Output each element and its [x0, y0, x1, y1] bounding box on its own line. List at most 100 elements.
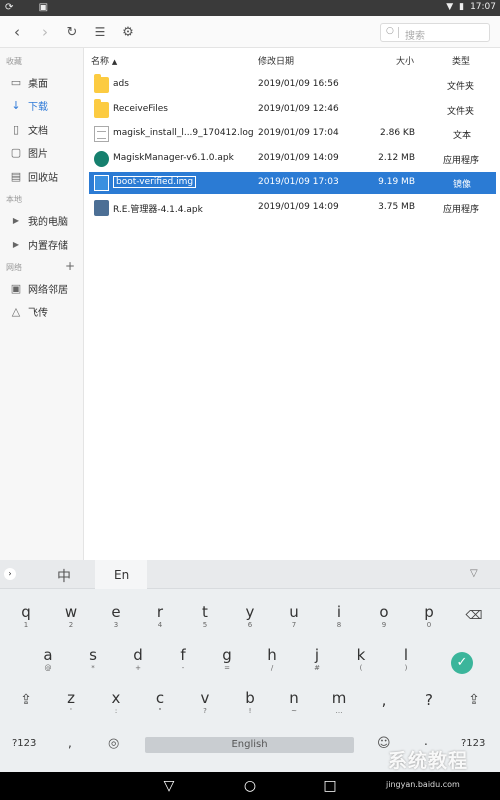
sidebar-item-downloads[interactable]: ↓ 下载: [0, 94, 84, 116]
key-p[interactable]: p0: [414, 603, 444, 641]
key-label: ?: [425, 691, 433, 709]
key-f[interactable]: f-: [168, 646, 198, 684]
key-i[interactable]: i8: [324, 603, 354, 641]
sidebar-item-documents[interactable]: ▯ 文档: [0, 118, 84, 140]
rename-input[interactable]: boot-verified.img: [113, 176, 197, 188]
sidebar-item-pictures[interactable]: ▢ 图片: [0, 141, 84, 163]
expand-toolbar-icon[interactable]: ›: [4, 568, 16, 580]
key-o[interactable]: o9: [369, 603, 399, 641]
sidebar-item-fly-transfer[interactable]: △ 飞传: [0, 300, 84, 322]
key-label: i: [336, 603, 342, 621]
key-a[interactable]: a @: [33, 646, 63, 684]
key-d[interactable]: d +: [123, 646, 153, 684]
add-network-button[interactable]: +: [65, 259, 75, 273]
column-header-date[interactable]: 修改日期: [258, 54, 294, 67]
network-icon: ▣: [10, 281, 22, 295]
backspace-icon: ⌫: [465, 608, 483, 622]
key-y[interactable]: y6: [235, 603, 265, 641]
key-sub: 1: [23, 621, 29, 629]
column-header-size[interactable]: 大小: [396, 54, 414, 67]
key-s[interactable]: s *: [78, 646, 108, 684]
globe-icon: ◎: [108, 736, 120, 751]
key-g[interactable]: g =: [212, 646, 242, 684]
key-x[interactable]: x:: [101, 689, 131, 727]
home-nav-button[interactable]: ○: [241, 777, 259, 795]
status-bar: ⟳ ▣ ▼ ▮ 17:07: [0, 0, 500, 16]
table-row[interactable]: ReceiveFiles 2019/01/09 12:46 文件夹: [89, 99, 496, 121]
sidebar-section-label: 本地: [6, 195, 22, 204]
forward-button[interactable]: ›: [35, 22, 55, 42]
download-icon: ↓: [11, 98, 21, 112]
globe-key[interactable]: ◎: [108, 736, 119, 751]
table-row-selected[interactable]: boot-verified.img 2019/01/09 17:03 9.19 …: [89, 172, 496, 194]
recents-square-icon: □: [323, 778, 337, 794]
back-button[interactable]: ‹: [7, 22, 27, 42]
key-v[interactable]: v?: [190, 689, 220, 727]
key-r[interactable]: r4: [145, 603, 175, 641]
file-type: 文件夹: [447, 107, 475, 117]
key-label: h: [267, 646, 277, 664]
sidebar-item-trash[interactable]: ▤ 回收站: [0, 165, 84, 187]
sidebar-item-network-neighborhood[interactable]: ▣ 网络邻居: [0, 277, 84, 299]
symbols-key[interactable]: ?123: [12, 738, 36, 749]
key-w[interactable]: w2: [56, 603, 86, 641]
key-label: a: [43, 646, 53, 664]
key-l[interactable]: l): [391, 646, 421, 684]
file-list: 名称 ▲ 修改日期 大小 类型 ads 2019/01/09 16:56 文件夹…: [85, 48, 500, 560]
key-h[interactable]: h /: [257, 646, 287, 684]
recents-nav-button[interactable]: □: [321, 777, 339, 795]
table-row[interactable]: R.E.管理器-4.1.4.apk 2019/01/09 14:09 3.75 …: [89, 197, 496, 219]
sidebar-item-desktop[interactable]: ▭ 桌面: [0, 71, 84, 93]
key-m[interactable]: m…: [324, 689, 354, 727]
key-b[interactable]: b!: [235, 689, 265, 727]
back-nav-button[interactable]: ▽: [160, 777, 178, 795]
table-row[interactable]: ads 2019/01/09 16:56 文件夹: [89, 74, 496, 96]
key-u[interactable]: u7: [279, 603, 309, 641]
key-t[interactable]: t5: [190, 603, 220, 641]
key-label: q: [21, 603, 31, 621]
chinese-mode-button[interactable]: 中: [57, 566, 71, 586]
key-comma[interactable]: ,: [369, 691, 399, 729]
key-q[interactable]: q1: [11, 603, 41, 641]
settings-button[interactable]: ⚙: [118, 22, 138, 42]
column-header-type[interactable]: 类型: [452, 54, 470, 67]
key-label: m: [331, 689, 347, 707]
file-name: ReceiveFiles: [113, 104, 168, 114]
english-mode-button[interactable]: En: [114, 568, 129, 582]
space-bar[interactable]: English: [145, 737, 354, 753]
hide-keyboard-icon[interactable]: ▽: [470, 568, 478, 579]
file-size: 9.19 MB: [378, 177, 415, 187]
picture-icon: ▢: [10, 145, 22, 159]
sidebar-item-my-computer[interactable]: ▶ 我的电脑: [0, 209, 84, 231]
comma-key[interactable]: ,: [68, 736, 72, 750]
key-j[interactable]: j #: [302, 646, 332, 684]
key-e[interactable]: e3: [101, 603, 131, 641]
key-k[interactable]: k(: [346, 646, 376, 684]
table-row[interactable]: magisk_install_l...9_170412.log 2019/01/…: [89, 123, 496, 145]
view-mode-button[interactable]: ☰: [90, 22, 110, 42]
key-sub: ": [158, 707, 162, 715]
shift-key-right[interactable]: ⇪: [459, 692, 489, 730]
key-z[interactable]: z ': [56, 689, 86, 727]
key-label: v: [200, 689, 210, 707]
search-input[interactable]: ○ 搜索: [380, 23, 490, 42]
shift-key[interactable]: ⇪: [11, 692, 41, 730]
key-label: ,: [381, 691, 387, 709]
enter-key[interactable]: ✓: [451, 652, 473, 674]
sidebar-item-internal-storage[interactable]: ▶ 内置存储: [0, 233, 84, 255]
column-header-name[interactable]: 名称 ▲: [91, 54, 117, 67]
key-sub: ': [70, 707, 72, 715]
file-name: MagiskManager-v6.1.0.apk: [113, 153, 234, 163]
table-row[interactable]: MagiskManager-v6.1.0.apk 2019/01/09 14:0…: [89, 148, 496, 170]
key-n[interactable]: n ~: [279, 689, 309, 727]
key-sub: 2: [68, 621, 74, 629]
refresh-button[interactable]: ↻: [62, 22, 82, 42]
key-c[interactable]: c ": [145, 689, 175, 727]
key-label: s: [89, 646, 97, 664]
backspace-key[interactable]: ⌫: [459, 608, 489, 646]
key-question[interactable]: ?: [414, 691, 444, 729]
desktop-icon: ▭: [10, 75, 22, 89]
key-label: r: [156, 603, 164, 621]
key-sub: @: [44, 664, 52, 672]
key-sub: ~: [291, 707, 297, 715]
